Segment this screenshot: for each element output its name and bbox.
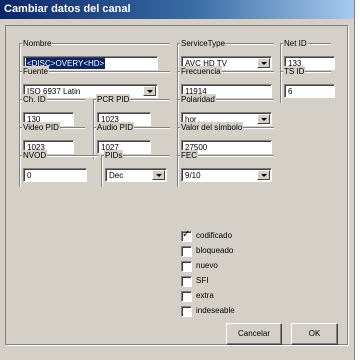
checkbox-extra[interactable] <box>181 291 192 302</box>
checkbox-sfi[interactable] <box>181 276 192 287</box>
group-fec: FEC 9/10 <box>177 150 274 187</box>
fec-dropdown-button[interactable] <box>257 170 270 180</box>
label-pids: PIDs <box>104 150 124 161</box>
label-audio-pid: Audio PID <box>96 122 135 133</box>
label-net-id: Net ID <box>283 38 308 49</box>
ok-button[interactable]: OK <box>291 323 338 345</box>
label-service-type: ServiceType <box>180 38 227 49</box>
window-title: Cambiar datos del canal <box>4 3 131 15</box>
pids-value: Dec <box>109 171 124 180</box>
checkbox-label-indeseable: indeseable <box>196 306 235 315</box>
pids-dropdown-button[interactable] <box>152 170 165 180</box>
checkbox-label-sfi: SFI <box>196 276 209 285</box>
checkbox-indeseable[interactable] <box>181 306 192 317</box>
label-valor-simbolo: Valor del símbolo <box>180 122 244 133</box>
channel-panel: Nombre <DISC>OVERY<HD> ServiceType AVC H… <box>5 25 348 345</box>
group-pids: PIDs Dec <box>101 150 170 187</box>
checkbox-label-nuevo: nuevo <box>196 261 218 270</box>
label-ch-id: Ch. ID <box>22 94 47 105</box>
group-nvod: NVOD 0 <box>19 150 98 187</box>
chevron-down-icon <box>147 90 153 93</box>
pids-select[interactable]: Dec <box>105 168 167 182</box>
label-fec: FEC <box>180 150 198 161</box>
label-nombre: Nombre <box>22 38 53 49</box>
label-fuente: Fuente <box>22 66 49 77</box>
chevron-down-icon <box>261 174 267 177</box>
nvod-value: 0 <box>27 171 32 180</box>
check-mark-icon: ✓ <box>182 229 191 240</box>
label-video-pid: Video PID <box>22 122 60 133</box>
label-nvod: NVOD <box>22 150 48 161</box>
checkbox-label-extra: extra <box>196 291 214 300</box>
checkbox-label-bloqueado: bloqueado <box>196 246 234 255</box>
chevron-down-icon <box>261 118 267 121</box>
nvod-input[interactable]: 0 <box>23 168 87 182</box>
label-pcr-pid: PCR PID <box>96 94 131 105</box>
title-bar[interactable]: Cambiar datos del canal <box>0 0 354 19</box>
dialog-window: Cambiar datos del canal Nombre <DISC>OVE… <box>0 0 355 360</box>
cancel-button[interactable]: Cancelar <box>226 323 282 345</box>
checkbox-nuevo[interactable] <box>181 261 192 272</box>
chevron-down-icon <box>261 62 267 65</box>
polaridad-dropdown-button[interactable] <box>257 114 270 124</box>
fuente-dropdown-button[interactable] <box>143 86 156 96</box>
chevron-down-icon <box>156 174 162 177</box>
checkbox-bloqueado[interactable] <box>181 246 192 257</box>
checkbox-label-codificado: codificado <box>196 231 233 240</box>
label-frecuencia: Frecuencia <box>180 66 222 77</box>
label-ts-id: TS ID <box>283 66 306 77</box>
checkbox-codificado[interactable]: ✓ <box>181 229 192 242</box>
group-ts-id: TS ID 6 <box>280 66 335 103</box>
ts-id-input[interactable]: 6 <box>284 84 335 98</box>
label-polaridad: Polaridad <box>180 94 216 105</box>
fec-select[interactable]: 9/10 <box>181 168 272 182</box>
service-type-dropdown-button[interactable] <box>257 58 270 68</box>
ts-id-value: 6 <box>288 87 293 96</box>
fec-value: 9/10 <box>185 171 201 180</box>
